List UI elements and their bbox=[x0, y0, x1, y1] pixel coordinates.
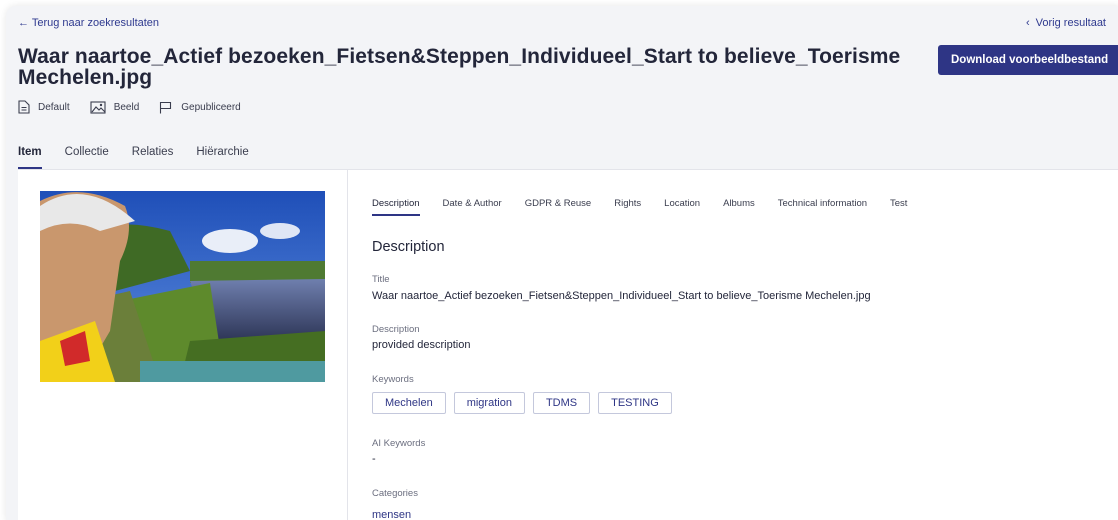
asset-meta-row: Default Beeld Gepubliceerd bbox=[18, 100, 241, 114]
tab-albums[interactable]: Albums bbox=[723, 198, 755, 216]
meta-profile: Default bbox=[18, 100, 70, 114]
meta-profile-label: Default bbox=[38, 101, 70, 113]
ai-keywords-value: - bbox=[372, 453, 376, 465]
tab-technical-information[interactable]: Technical information bbox=[778, 198, 867, 216]
meta-status-label: Gepubliceerd bbox=[181, 101, 241, 113]
tab-location[interactable]: Location bbox=[664, 198, 700, 216]
tab-collectie[interactable]: Collectie bbox=[65, 146, 109, 169]
back-to-results-link[interactable]: ← Terug naar zoekresultaten bbox=[18, 17, 159, 29]
chevron-left-icon: ‹ bbox=[1026, 17, 1030, 29]
content-panel: Description Date & Author GDPR & Reuse R… bbox=[18, 169, 1118, 520]
tab-relaties[interactable]: Relaties bbox=[132, 146, 174, 169]
asset-preview-image[interactable] bbox=[40, 191, 325, 382]
title-value: Waar naartoe_Actief bezoeken_Fietsen&Ste… bbox=[372, 290, 871, 302]
keyword-chip[interactable]: migration bbox=[453, 392, 525, 414]
page-title: Waar naartoe_Actief bezoeken_Fietsen&Ste… bbox=[18, 45, 901, 89]
previous-result-link[interactable]: ‹ Vorig resultaat bbox=[1026, 17, 1106, 29]
tab-gdpr-reuse[interactable]: GDPR & Reuse bbox=[525, 198, 592, 216]
download-sample-button[interactable]: Download voorbeeldbestand bbox=[938, 45, 1118, 75]
section-title: Description bbox=[372, 239, 445, 255]
keywords-list: Mechelen migration TDMS TESTING bbox=[372, 392, 672, 414]
tab-date-author[interactable]: Date & Author bbox=[443, 198, 502, 216]
keyword-chip[interactable]: Mechelen bbox=[372, 392, 446, 414]
preview-column bbox=[18, 170, 348, 520]
title-label: Title bbox=[372, 274, 390, 285]
keywords-label: Keywords bbox=[372, 374, 414, 385]
keyword-chip[interactable]: TDMS bbox=[532, 392, 591, 414]
meta-type: Beeld bbox=[90, 100, 140, 114]
tab-description[interactable]: Description bbox=[372, 198, 420, 216]
details-column: Description Date & Author GDPR & Reuse R… bbox=[372, 170, 1118, 520]
cyclist-photo bbox=[40, 191, 325, 382]
previous-result-label: Vorig resultaat bbox=[1035, 17, 1106, 29]
tab-item[interactable]: Item bbox=[18, 146, 42, 169]
tab-hierarchie[interactable]: Hiërarchie bbox=[196, 146, 248, 169]
category-link[interactable]: mensen bbox=[372, 509, 411, 520]
meta-status: Gepubliceerd bbox=[159, 101, 241, 114]
document-icon bbox=[18, 100, 30, 114]
tab-test[interactable]: Test bbox=[890, 198, 907, 216]
flag-icon bbox=[159, 101, 173, 114]
ai-keywords-label: AI Keywords bbox=[372, 438, 426, 449]
asset-detail-page: ← Terug naar zoekresultaten ‹ Vorig resu… bbox=[6, 6, 1118, 520]
main-tabs: Item Collectie Relaties Hiërarchie bbox=[18, 146, 249, 169]
back-link-label: ← Terug naar zoekresultaten bbox=[18, 17, 160, 29]
description-label: Description bbox=[372, 324, 420, 335]
categories-label: Categories bbox=[372, 488, 418, 499]
tab-rights[interactable]: Rights bbox=[614, 198, 641, 216]
image-icon bbox=[90, 100, 106, 114]
meta-type-label: Beeld bbox=[113, 101, 140, 113]
keyword-chip[interactable]: TESTING bbox=[598, 392, 672, 414]
description-value: provided description bbox=[372, 339, 471, 351]
detail-tabs: Description Date & Author GDPR & Reuse R… bbox=[372, 198, 907, 216]
